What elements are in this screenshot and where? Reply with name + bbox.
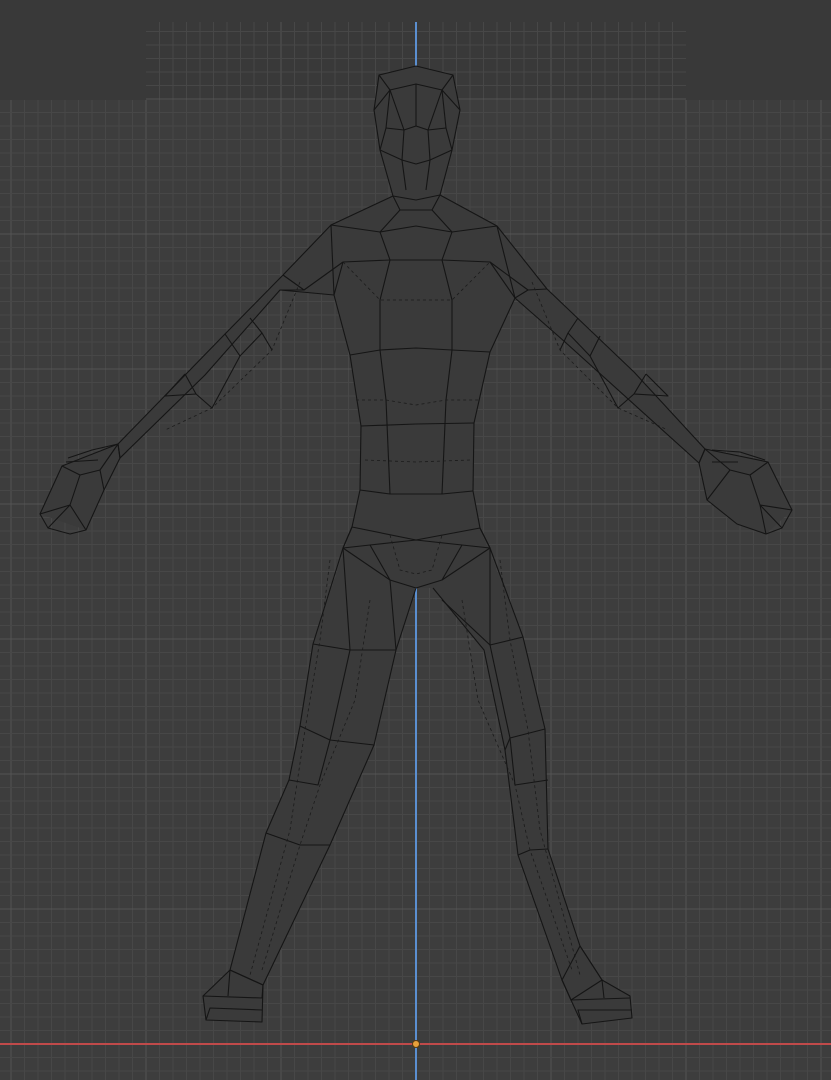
viewport-canvas[interactable] <box>0 0 831 1080</box>
3d-viewport[interactable] <box>0 0 831 1080</box>
object-origin-point[interactable] <box>412 1040 420 1048</box>
